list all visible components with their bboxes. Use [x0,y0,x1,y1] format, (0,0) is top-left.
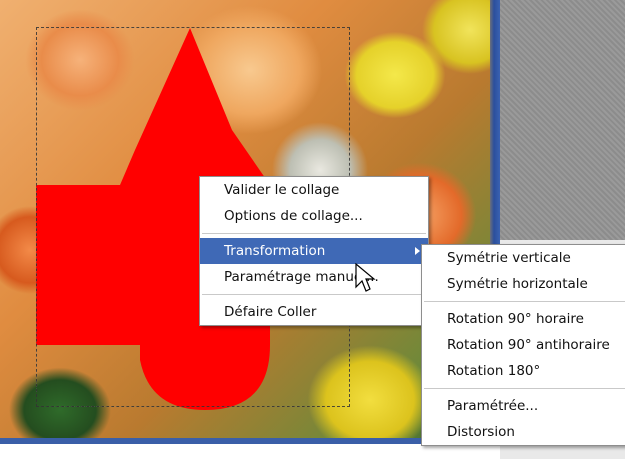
menu-item-label: Défaire Coller [224,304,317,320]
mouse-pointer-icon [355,263,376,292]
transformation-submenu: Symétrie verticale Symétrie horizontale … [421,244,625,446]
menu-separator [424,388,625,389]
submenu-item-rotation-90-horaire[interactable]: Rotation 90° horaire [422,306,625,332]
submenu-arrow-icon [415,247,420,255]
submenu-item-rotation-90-antihoraire[interactable]: Rotation 90° antihoraire [422,332,625,358]
menu-item-label: Rotation 90° horaire [447,311,584,327]
menu-separator [202,233,426,234]
menu-item-label: Options de collage... [224,208,363,224]
menu-item-label: Symétrie horizontale [447,276,588,292]
submenu-item-parametree[interactable]: Paramétrée... [422,393,625,419]
menu-item-options-collage[interactable]: Options de collage... [200,203,428,229]
submenu-item-symetrie-verticale[interactable]: Symétrie verticale [422,245,625,271]
menu-item-defaire-coller[interactable]: Défaire Coller [200,299,428,325]
menu-separator [424,301,625,302]
menu-item-valider-collage[interactable]: Valider le collage [200,177,428,203]
submenu-item-distorsion[interactable]: Distorsion [422,419,625,445]
workspace-background [500,0,625,240]
menu-item-label: Valider le collage [224,182,340,198]
menu-separator [202,294,426,295]
menu-item-transformation[interactable]: Transformation [200,238,428,264]
context-menu: Valider le collage Options de collage...… [199,176,429,326]
menu-item-label: Transformation [224,243,326,259]
menu-item-label: Symétrie verticale [447,250,571,266]
menu-item-label: Rotation 180° [447,363,541,379]
submenu-item-rotation-180[interactable]: Rotation 180° [422,358,625,384]
menu-item-label: Distorsion [447,424,515,440]
menu-item-label: Paramétrée... [447,398,539,414]
submenu-item-symetrie-horizontale[interactable]: Symétrie horizontale [422,271,625,297]
menu-item-label: Rotation 90° antihoraire [447,337,610,353]
menu-item-parametrage-manuel[interactable]: Paramétrage manuel... [200,264,428,290]
